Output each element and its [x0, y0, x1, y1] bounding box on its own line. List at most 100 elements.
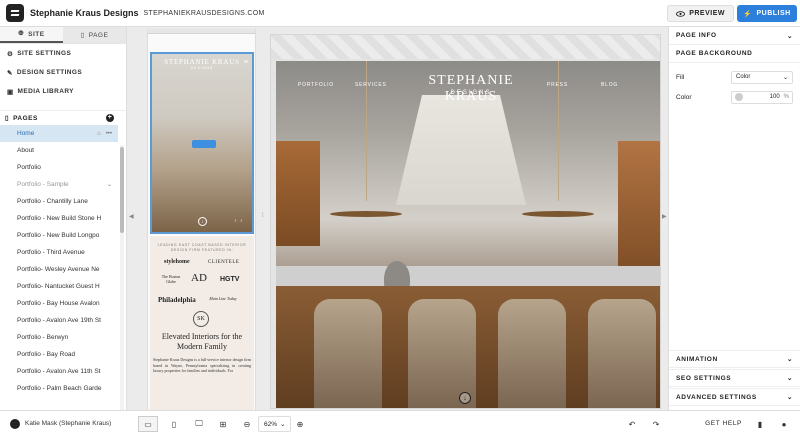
more-icon[interactable]: •••: [106, 131, 112, 137]
publish-button[interactable]: ⚡ PUBLISH: [737, 5, 797, 22]
page-item[interactable]: Portfolio - Bay House Avalon: [0, 295, 118, 312]
arrow-down-icon[interactable]: ↓: [198, 217, 207, 226]
collapse-left-icon[interactable]: ◀: [129, 213, 134, 220]
color-picker[interactable]: 100 %: [731, 90, 793, 104]
page-item[interactable]: Portfolio - Palm Beach Garde: [0, 380, 118, 397]
nav-press[interactable]: PRESS: [547, 82, 568, 88]
opacity-unit: %: [783, 94, 789, 100]
tab-page[interactable]: ▯ PAGE: [63, 27, 126, 43]
advanced-section[interactable]: ADVANCED SETTINGS ⌄: [669, 388, 800, 406]
range-hood: [396, 95, 526, 205]
page-item[interactable]: Portfolio - Bay Road: [0, 346, 118, 363]
grid-toggle-icon[interactable]: ⊞: [213, 416, 233, 432]
sidebar-scrollbar-thumb[interactable]: [120, 147, 124, 233]
desktop-hero-image[interactable]: [276, 61, 660, 408]
avatar[interactable]: [10, 418, 20, 429]
seo-section[interactable]: SEO SETTINGS ⌄: [669, 369, 800, 387]
nav-services[interactable]: SERVICES: [355, 82, 387, 88]
fill-value: Color: [736, 74, 751, 80]
scroll-down-icon[interactable]: ↓: [459, 392, 471, 404]
press-logo: Main Line Today: [209, 296, 237, 301]
page-item[interactable]: Portfolio - Berwyn: [0, 329, 118, 346]
home-icon[interactable]: ⌂: [97, 131, 101, 137]
book-icon[interactable]: ▮: [750, 416, 770, 432]
page-label: Portfolio - Avalon Ave 11th St: [17, 368, 101, 375]
resize-handle-icon[interactable]: ⁞: [262, 213, 264, 219]
media-library-item[interactable]: ▣ MEDIA LIBRARY: [0, 82, 126, 101]
page-item[interactable]: Portfolio - Avalon Ave 19th St: [0, 312, 118, 329]
desktop-view-icon[interactable]: 🖵︎: [189, 416, 209, 432]
page-item[interactable]: Portfolio- Nantucket Guest H: [0, 278, 118, 295]
zoom-in-icon[interactable]: ⊕: [290, 416, 310, 432]
add-page-button[interactable]: +: [106, 114, 114, 122]
page-info-label: PAGE INFO: [676, 32, 717, 39]
chevron-down-icon[interactable]: ⌄: [107, 181, 112, 188]
design-settings-item[interactable]: ✎ DESIGN SETTINGS: [0, 63, 126, 82]
zoom-out-icon[interactable]: ⊖: [237, 416, 257, 432]
mobile-hero-section[interactable]: STEPHANIE KRAUS DESIGNS ≡ ↓ ‹›: [150, 52, 254, 234]
animation-label: ANIMATION: [676, 355, 718, 363]
page-label: Portfolio- Nantucket Guest H: [17, 283, 100, 290]
desktop-mobile-view-icon[interactable]: ▭: [138, 416, 158, 432]
carousel-arrows-icon[interactable]: ‹›: [235, 218, 246, 224]
page-label: Portfolio - Avalon Ave 19th St: [17, 317, 101, 324]
design-settings-label: DESIGN SETTINGS: [16, 69, 83, 76]
page-icon: ▯: [80, 32, 85, 39]
press-logo: AD: [191, 272, 207, 284]
page-item[interactable]: Portfolio - New Build Stone H: [0, 210, 118, 227]
pages-icon: ▯: [5, 115, 10, 122]
animation-section[interactable]: ANIMATION ⌄: [669, 350, 800, 368]
mobile-press-section: LEADING EAST COAST BASED INTERIOR DESIGN…: [150, 236, 254, 410]
tab-site[interactable]: 🌐︎ SITE: [0, 27, 63, 43]
page-item[interactable]: About: [0, 142, 118, 159]
chat-icon[interactable]: ●: [774, 416, 794, 432]
zoom-select[interactable]: 62% ⌄: [258, 416, 292, 432]
mobile-cta-button[interactable]: [192, 140, 216, 148]
mobile-preview[interactable]: STEPHANIE KRAUS DESIGNS ≡ ↓ ‹› LEADING E…: [147, 29, 256, 410]
nav-blog[interactable]: BLOG: [601, 82, 618, 88]
color-swatch[interactable]: [735, 93, 743, 101]
hamburger-icon[interactable]: ≡: [244, 59, 248, 66]
page-background-section[interactable]: PAGE BACKGROUND: [669, 45, 800, 63]
site-settings-item[interactable]: ⚙ SITE SETTINGS: [0, 44, 126, 63]
ruler: [148, 29, 255, 34]
page-label: Portfolio - New Build Stone H: [17, 215, 102, 222]
color-row: Color 100 %: [669, 87, 800, 107]
app-logo-icon[interactable]: [6, 4, 24, 22]
collapse-right-icon[interactable]: ▶: [662, 213, 667, 220]
page-label: Home: [17, 130, 35, 137]
top-bar: Stephanie Kraus Designs STEPHANIEKRAUSDE…: [0, 0, 800, 27]
chevron-down-icon: ⌄: [280, 421, 286, 428]
opacity-value[interactable]: 100: [770, 94, 780, 100]
fill-select[interactable]: Color ⌄: [731, 70, 793, 84]
desktop-preview[interactable]: PORTFOLIO SERVICES PRESS BLOG STEPHANIE …: [270, 34, 661, 409]
preview-label: PREVIEW: [689, 10, 725, 17]
nav-portfolio[interactable]: PORTFOLIO: [298, 82, 334, 88]
site-url[interactable]: STEPHANIEKRAUSDESIGNS.COM: [144, 10, 265, 17]
get-help-link[interactable]: GET HELP: [705, 420, 742, 427]
pendant-light: [330, 211, 402, 217]
page-item[interactable]: Portfolio- Wesley Avenue Ne: [0, 261, 118, 278]
page-item[interactable]: Portfolio: [0, 159, 118, 176]
page-item-home[interactable]: Home ⌂ •••: [0, 125, 118, 142]
image-icon: ▣: [7, 88, 14, 96]
page-item[interactable]: Portfolio - Third Avenue: [0, 244, 118, 261]
preview-button[interactable]: PREVIEW: [667, 5, 734, 22]
page-item[interactable]: Portfolio - Chantilly Lane: [0, 193, 118, 210]
mobile-view-icon[interactable]: ▯: [164, 416, 184, 432]
user-name[interactable]: Katie Mask (Stephanie Kraus): [25, 420, 111, 427]
page-item[interactable]: Portfolio - New Build Longpo: [0, 227, 118, 244]
page-item[interactable]: Portfolio - Avalon Ave 11th St: [0, 363, 118, 380]
mobile-heading: Elevated Interiors for the Modern Family: [161, 332, 243, 351]
sidebar-tabs: 🌐︎ SITE ▯ PAGE: [0, 27, 126, 44]
chevron-down-icon: ⌄: [786, 356, 793, 363]
press-text: LEADING EAST COAST BASED INTERIOR DESIGN…: [157, 243, 247, 252]
bar-stool: [588, 299, 656, 408]
page-info-section[interactable]: PAGE INFO ⌄: [669, 27, 800, 45]
lightning-icon: ⚡: [743, 10, 753, 18]
undo-icon[interactable]: ↶: [622, 416, 642, 432]
page-item-folder[interactable]: Portfolio - Sample ⌄: [0, 176, 118, 193]
monogram-emblem: SK: [193, 311, 209, 327]
press-logo: The Boston Globe: [161, 274, 181, 284]
redo-icon[interactable]: ↷: [646, 416, 666, 432]
